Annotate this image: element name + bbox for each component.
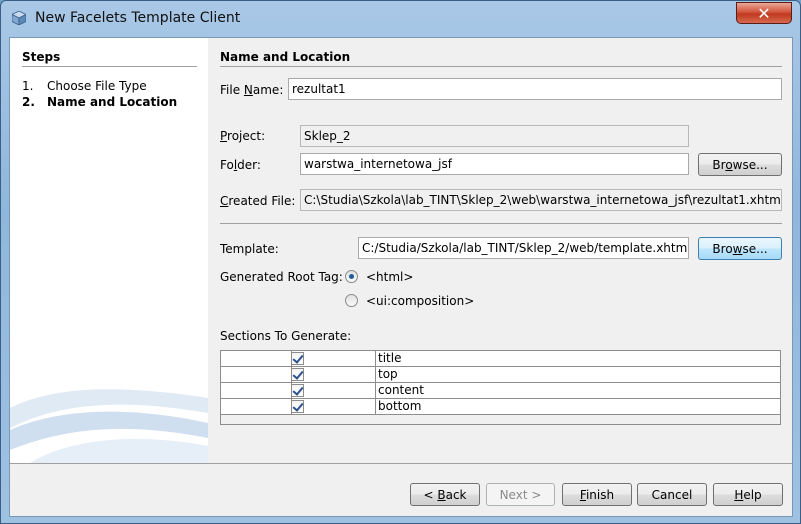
section-name: content <box>378 383 424 397</box>
title-bar[interactable]: New Facelets Template Client ✕ <box>1 1 800 35</box>
sections-table[interactable]: title top content bottom <box>220 350 781 425</box>
root-tag-html-label[interactable]: <html> <box>366 270 413 284</box>
step-number: 2. <box>22 95 35 109</box>
table-cell <box>291 383 376 398</box>
section-name: bottom <box>378 399 422 413</box>
button-bar-divider <box>10 463 792 464</box>
steps-title: Steps <box>22 50 61 64</box>
created-file-label: Created File: <box>220 194 296 208</box>
sections-label: Sections To Generate: <box>220 329 352 343</box>
step-number: 1. <box>22 79 34 93</box>
folder-label: Folder: <box>220 158 261 172</box>
table-cell <box>291 399 376 414</box>
step-label: Name and Location <box>47 95 178 109</box>
help-button[interactable]: Help <box>713 483 783 506</box>
root-tag-ui-composition-label[interactable]: <ui:composition> <box>366 294 474 308</box>
next-button[interactable]: Next > <box>486 483 555 506</box>
root-tag-ui-composition-radio[interactable] <box>345 294 358 307</box>
table-row[interactable]: content <box>221 383 780 399</box>
table-cell <box>221 383 292 398</box>
section-divider <box>220 223 782 224</box>
close-icon: ✕ <box>757 4 771 23</box>
root-tag-html-radio[interactable] <box>345 270 358 283</box>
table-cell <box>221 399 292 414</box>
project-field: Sklep_2 <box>300 125 689 147</box>
template-label: Template: <box>220 242 279 256</box>
file-name-input[interactable]: rezultat1 <box>288 78 782 100</box>
finish-button[interactable]: Finish <box>562 483 632 506</box>
table-cell <box>221 351 292 366</box>
created-file-field: C:\Studia\Szkola\lab_TINT\Sklep_2\web\wa… <box>300 189 782 211</box>
folder-browse-button[interactable]: Browse... <box>698 153 782 176</box>
table-row[interactable]: bottom <box>221 399 780 415</box>
template-input[interactable]: C:/Studia/Szkola/lab_TINT/Sklep_2/web/te… <box>358 237 689 259</box>
table-cell <box>221 367 292 382</box>
folder-input[interactable]: warstwa_internetowa_jsf <box>300 153 689 175</box>
table-row[interactable]: title <box>221 351 780 367</box>
template-browse-button[interactable]: Browse... <box>698 237 782 260</box>
file-name-label: File Name: <box>220 83 284 97</box>
table-row[interactable]: top <box>221 367 780 383</box>
table-cell <box>291 367 376 382</box>
decorative-swoosh-graphic <box>10 389 208 463</box>
step-choose-file-type: 1. Choose File Type <box>22 79 147 93</box>
dialog-client-area: Steps 1. Choose File Type 2. Name and Loca… <box>9 37 793 517</box>
cancel-button[interactable]: Cancel <box>637 483 707 506</box>
panel-title-divider <box>220 66 782 67</box>
main-panel: Name and Location File Name: rezultat1 P… <box>208 38 792 463</box>
steps-divider <box>22 66 197 67</box>
section-name: top <box>378 367 398 381</box>
project-label: Project: <box>220 129 266 143</box>
section-name: title <box>378 351 402 365</box>
table-cell <box>291 351 376 366</box>
window-title: New Facelets Template Client <box>35 10 241 26</box>
root-tag-label: Generated Root Tag: <box>220 270 343 284</box>
close-button[interactable]: ✕ <box>736 2 792 24</box>
step-name-and-location: 2. Name and Location <box>22 95 177 109</box>
step-label: Choose File Type <box>47 79 147 93</box>
dialog-window: New Facelets Template Client ✕ Steps 1. C… <box>0 0 801 524</box>
panel-title: Name and Location <box>220 50 351 64</box>
back-button[interactable]: < Back <box>410 483 480 506</box>
netbeans-cube-icon <box>12 11 26 25</box>
steps-panel: Steps 1. Choose File Type 2. Name and Loca… <box>10 38 208 463</box>
